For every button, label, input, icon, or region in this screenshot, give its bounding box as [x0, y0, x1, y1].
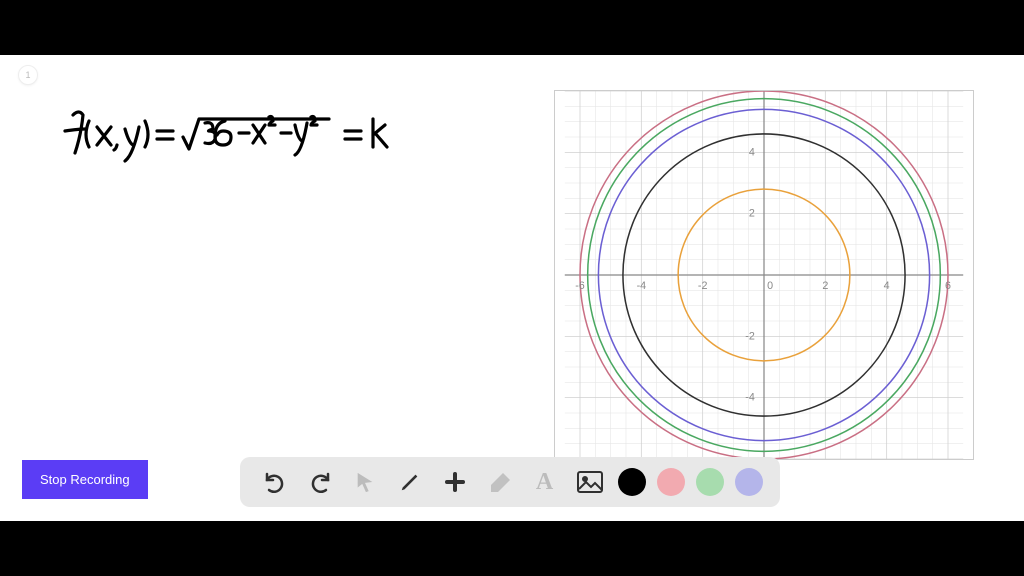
tick-y-2: 2 [749, 208, 755, 220]
pointer-icon [354, 471, 376, 493]
redo-button[interactable] [303, 465, 337, 499]
level-curves-plot: -6 -4 -2 0 2 4 6 -4 -2 2 4 [554, 90, 974, 460]
tick-x-4: 4 [884, 280, 890, 292]
tick-x-2: 2 [822, 280, 828, 292]
image-tool[interactable] [573, 465, 607, 499]
tick-y-n2: -2 [745, 330, 755, 342]
tick-x-n2: -2 [698, 280, 708, 292]
whiteboard-stage: 1 [0, 55, 1024, 521]
eraser-icon [488, 470, 512, 494]
handwritten-equation [55, 105, 395, 175]
color-purple[interactable] [735, 468, 763, 496]
undo-icon [263, 470, 287, 494]
page-number-badge[interactable]: 1 [18, 65, 38, 85]
toolbar: A [240, 457, 780, 507]
color-black[interactable] [618, 468, 646, 496]
pencil-icon [399, 471, 421, 493]
tick-x-6: 6 [945, 280, 951, 292]
pointer-tool[interactable] [348, 465, 382, 499]
add-tool[interactable] [438, 465, 472, 499]
tick-x-0: 0 [767, 280, 773, 292]
letterbox-bottom [0, 521, 1024, 576]
redo-icon [308, 470, 332, 494]
stop-recording-button[interactable]: Stop Recording [22, 460, 148, 499]
color-green[interactable] [696, 468, 724, 496]
pencil-tool[interactable] [393, 465, 427, 499]
plus-icon [443, 470, 467, 494]
tick-y-4: 4 [749, 146, 755, 158]
image-icon [577, 471, 603, 493]
text-icon: A [536, 469, 553, 496]
text-tool[interactable]: A [528, 465, 562, 499]
tick-x-n6: -6 [575, 280, 585, 292]
color-pink[interactable] [657, 468, 685, 496]
tick-y-n4: -4 [745, 392, 755, 404]
letterbox-top [0, 0, 1024, 55]
eraser-tool[interactable] [483, 465, 517, 499]
tick-x-n4: -4 [637, 280, 647, 292]
undo-button[interactable] [258, 465, 292, 499]
